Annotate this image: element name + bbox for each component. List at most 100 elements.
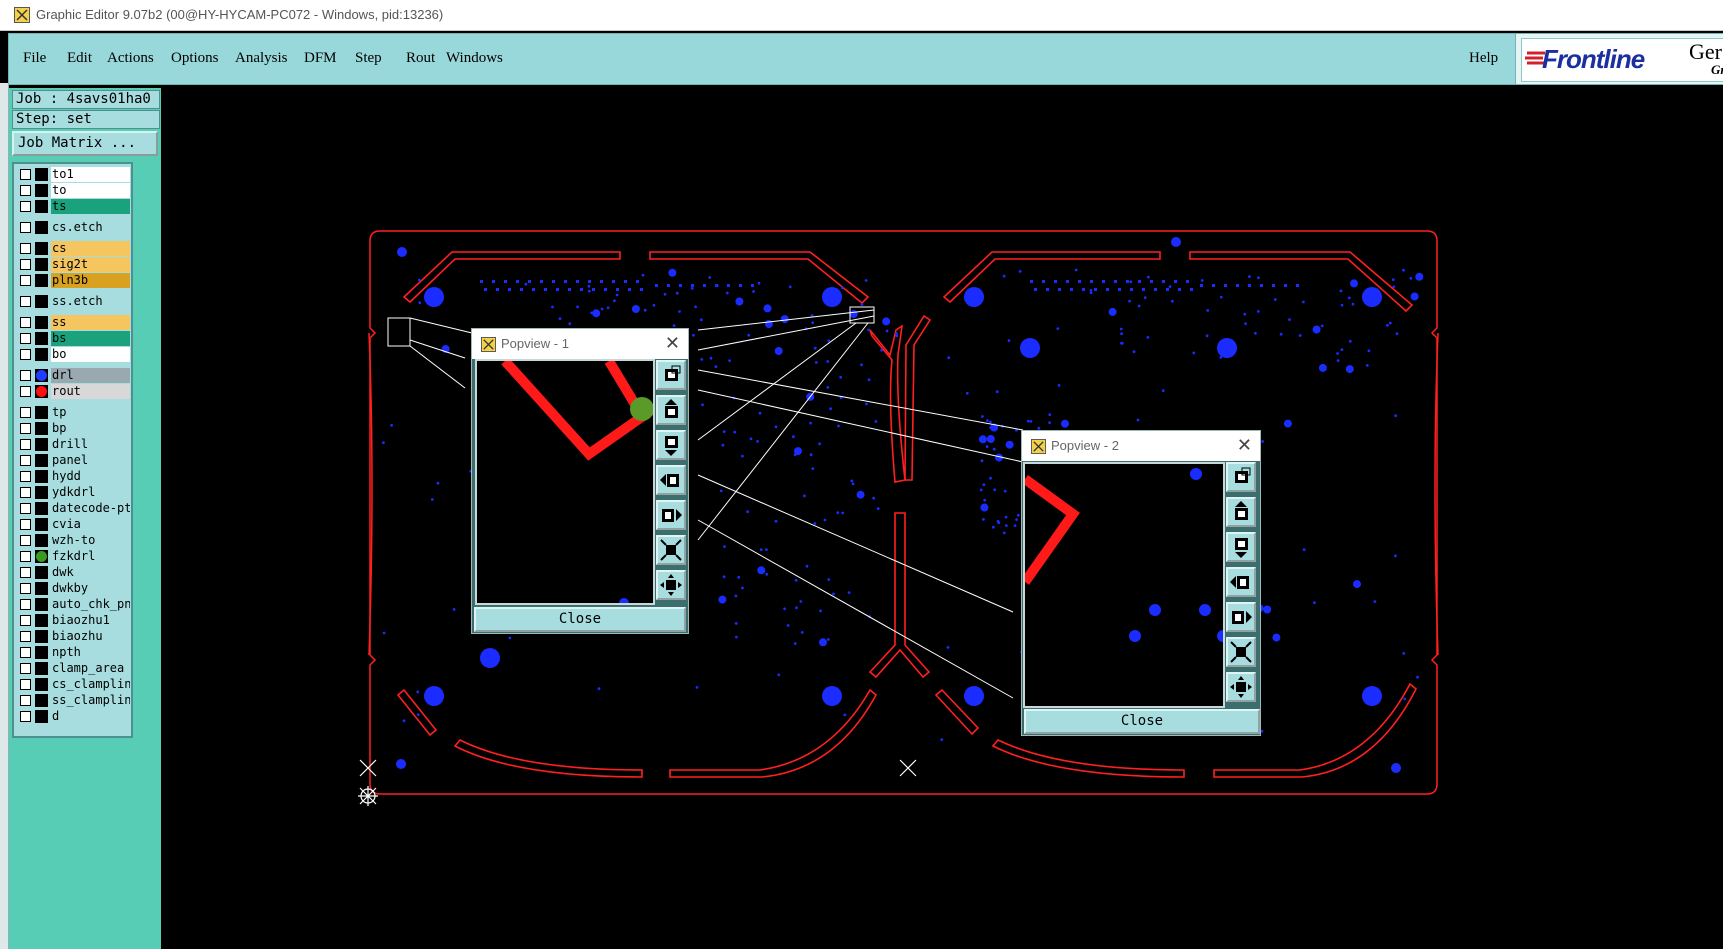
layer-color-indicator[interactable] bbox=[35, 646, 48, 659]
layer-row-tp[interactable]: tp bbox=[16, 405, 130, 420]
layer-color-indicator[interactable] bbox=[35, 550, 48, 563]
layer-checkbox[interactable] bbox=[20, 439, 31, 450]
layer-row-cvia[interactable]: cvia bbox=[16, 517, 130, 532]
layer-name[interactable]: ss.etch bbox=[51, 294, 130, 309]
layer-color-indicator[interactable] bbox=[35, 422, 48, 435]
layer-row-to[interactable]: to bbox=[16, 183, 130, 198]
layer-row-ss[interactable]: ss bbox=[16, 315, 130, 330]
layer-row-fzkdrl[interactable]: fzkdrl bbox=[16, 549, 130, 564]
layer-name[interactable]: d bbox=[51, 709, 130, 724]
layer-row-d[interactable]: d bbox=[16, 709, 130, 724]
layer-name[interactable]: npth bbox=[51, 645, 130, 660]
layer-name[interactable]: drl bbox=[51, 368, 130, 383]
layer-name[interactable]: ss_clampline bbox=[51, 693, 130, 708]
popview-1-pan-left-button[interactable] bbox=[656, 465, 686, 495]
popview-2-zoom-home-button[interactable] bbox=[1226, 462, 1256, 492]
layer-row-panel[interactable]: panel bbox=[16, 453, 130, 468]
layer-row-wzh-to[interactable]: wzh-to bbox=[16, 533, 130, 548]
layer-row-drl[interactable]: drl bbox=[16, 368, 130, 383]
layer-row-rout[interactable]: rout bbox=[16, 384, 130, 399]
menu-file[interactable]: File bbox=[23, 50, 46, 67]
layer-row-dwkby[interactable]: dwkby bbox=[16, 581, 130, 596]
layer-color-indicator[interactable] bbox=[35, 502, 48, 515]
layer-row-ss.etch[interactable]: ss.etch bbox=[16, 294, 130, 309]
layer-color-indicator[interactable] bbox=[35, 316, 48, 329]
layer-name[interactable]: tp bbox=[51, 405, 130, 420]
popview-1-pan-up-button[interactable] bbox=[656, 395, 686, 425]
layer-checkbox[interactable] bbox=[20, 259, 31, 270]
layer-color-indicator[interactable] bbox=[35, 662, 48, 675]
popview-2-pan-down-button[interactable] bbox=[1226, 532, 1256, 562]
layer-name[interactable]: auto_chk_pnl bbox=[51, 597, 130, 612]
layer-checkbox[interactable] bbox=[20, 169, 31, 180]
layer-checkbox[interactable] bbox=[20, 296, 31, 307]
layer-checkbox[interactable] bbox=[20, 647, 31, 658]
layer-checkbox[interactable] bbox=[20, 679, 31, 690]
popview-1-viewport[interactable] bbox=[475, 359, 655, 605]
layer-checkbox[interactable] bbox=[20, 317, 31, 328]
menu-options[interactable]: Options bbox=[171, 50, 219, 67]
layer-checkbox[interactable] bbox=[20, 349, 31, 360]
layer-name[interactable]: fzkdrl bbox=[51, 549, 130, 564]
popview-2-pan-left-button[interactable] bbox=[1226, 567, 1256, 597]
layer-color-indicator[interactable] bbox=[35, 678, 48, 691]
layer-checkbox[interactable] bbox=[20, 487, 31, 498]
layer-name[interactable]: datecode-pte bbox=[51, 501, 130, 516]
layer-checkbox[interactable] bbox=[20, 222, 31, 233]
layer-checkbox[interactable] bbox=[20, 423, 31, 434]
layer-color-indicator[interactable] bbox=[35, 710, 48, 723]
layer-name[interactable]: cs.etch bbox=[51, 220, 130, 235]
layer-checkbox[interactable] bbox=[20, 243, 31, 254]
job-matrix-button[interactable]: Job Matrix ... bbox=[12, 131, 158, 156]
layer-name[interactable]: rout bbox=[51, 384, 130, 399]
layer-name[interactable]: cvia bbox=[51, 517, 130, 532]
menu-actions[interactable]: Actions bbox=[107, 50, 154, 67]
menu-dfm[interactable]: DFM bbox=[304, 50, 337, 67]
layer-color-indicator[interactable] bbox=[35, 332, 48, 345]
layer-name[interactable]: sig2t bbox=[51, 257, 130, 272]
layer-checkbox[interactable] bbox=[20, 663, 31, 674]
layer-color-indicator[interactable] bbox=[35, 385, 48, 398]
menu-help[interactable]: Help bbox=[1469, 50, 1498, 67]
popview-2-pan-right-button[interactable] bbox=[1226, 602, 1256, 632]
layer-name[interactable]: biaozhu1 bbox=[51, 613, 130, 628]
popview-2-title-bar[interactable]: Popview - 2 ✕ bbox=[1022, 431, 1260, 461]
layer-name[interactable]: bs bbox=[51, 331, 130, 346]
layer-name[interactable]: cs bbox=[51, 241, 130, 256]
layer-row-sig2t[interactable]: sig2t bbox=[16, 257, 130, 272]
layer-color-indicator[interactable] bbox=[35, 566, 48, 579]
layer-color-indicator[interactable] bbox=[35, 470, 48, 483]
layer-checkbox[interactable] bbox=[20, 407, 31, 418]
menu-step[interactable]: Step bbox=[355, 50, 382, 67]
layer-color-indicator[interactable] bbox=[35, 630, 48, 643]
layer-name[interactable]: ydkdrl bbox=[51, 485, 130, 500]
layer-color-indicator[interactable] bbox=[35, 406, 48, 419]
layer-checkbox[interactable] bbox=[20, 503, 31, 514]
layer-color-indicator[interactable] bbox=[35, 614, 48, 627]
layer-color-indicator[interactable] bbox=[35, 221, 48, 234]
layer-name[interactable]: cs_clampline bbox=[51, 677, 130, 692]
layer-name[interactable]: dwkby bbox=[51, 581, 130, 596]
layer-name[interactable]: wzh-to bbox=[51, 533, 130, 548]
layer-checkbox[interactable] bbox=[20, 185, 31, 196]
layer-row-bp[interactable]: bp bbox=[16, 421, 130, 436]
layer-name[interactable]: drill bbox=[51, 437, 130, 452]
layer-checkbox[interactable] bbox=[20, 201, 31, 212]
menu-edit[interactable]: Edit bbox=[67, 50, 92, 67]
layer-checkbox[interactable] bbox=[20, 599, 31, 610]
layer-row-hydd[interactable]: hydd bbox=[16, 469, 130, 484]
popview-1-zoom-home-button[interactable] bbox=[656, 360, 686, 390]
layer-row-ydkdrl[interactable]: ydkdrl bbox=[16, 485, 130, 500]
layer-row-cs_clampline[interactable]: cs_clampline bbox=[16, 677, 130, 692]
popview-2-close-icon[interactable]: ✕ bbox=[1237, 435, 1252, 456]
layer-color-indicator[interactable] bbox=[35, 694, 48, 707]
graphic-canvas[interactable] bbox=[162, 88, 1723, 949]
layer-row-cs.etch[interactable]: cs.etch bbox=[16, 220, 130, 235]
popview-2-zoom-in-button[interactable] bbox=[1226, 672, 1256, 702]
layer-row-ts[interactable]: ts bbox=[16, 199, 130, 214]
layer-name[interactable]: hydd bbox=[51, 469, 130, 484]
layer-row-biaozhu[interactable]: biaozhu bbox=[16, 629, 130, 644]
layer-name[interactable]: to bbox=[51, 183, 130, 198]
layer-color-indicator[interactable] bbox=[35, 295, 48, 308]
popview-1-close-icon[interactable]: ✕ bbox=[665, 333, 680, 354]
